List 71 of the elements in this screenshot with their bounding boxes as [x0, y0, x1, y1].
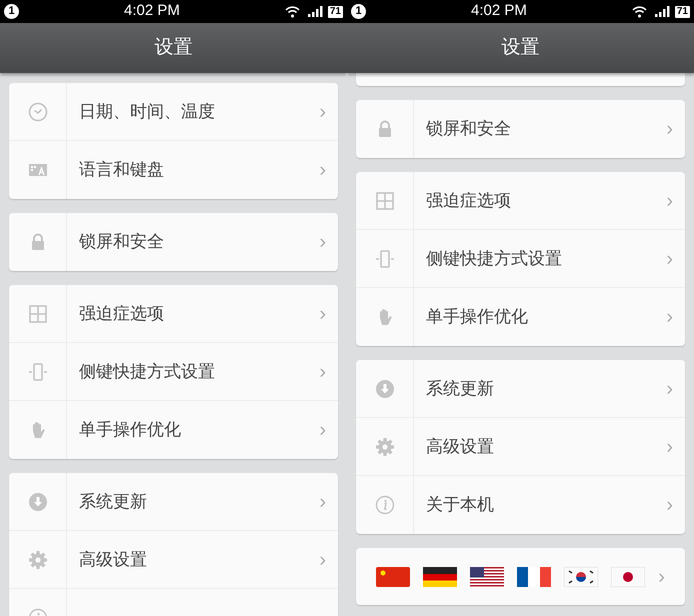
chevron: › — [666, 378, 673, 398]
settings-item[interactable]: 关于本机 › — [356, 476, 685, 534]
item-label: 系统更新 — [79, 490, 147, 513]
settings-item[interactable]: 强迫症选项 › — [9, 285, 338, 343]
download-icon — [28, 492, 48, 512]
chevron: › — [666, 119, 673, 139]
grid-icon — [374, 190, 394, 210]
page-title: 设置 — [154, 36, 192, 60]
wifi-icon — [284, 6, 300, 18]
chevron: › — [666, 248, 673, 268]
settings-item[interactable]: 侧键快捷方式设置 › — [9, 343, 338, 401]
notification-badge: 1 — [4, 4, 19, 19]
settings-item[interactable]: 锁屏和安全 › — [9, 213, 338, 271]
settings-item[interactable]: 侧键快捷方式设置 › — [356, 230, 685, 288]
chevron: › — [319, 102, 326, 122]
chevron: › — [658, 566, 665, 586]
battery-level: 71 — [674, 6, 690, 18]
item-label: 日期、时间、温度 — [79, 100, 215, 123]
chevron: › — [666, 436, 673, 456]
settings-item[interactable]: 系统更新 › — [9, 473, 338, 531]
settings-item[interactable]: 单手操作优化 › — [9, 401, 338, 459]
download-icon — [374, 378, 394, 398]
item-label: 强迫症选项 — [426, 190, 511, 212]
flag-icon[interactable] — [423, 566, 458, 586]
grid-icon — [28, 304, 48, 324]
chevron: › — [666, 495, 673, 515]
battery-level: 71 — [328, 6, 343, 18]
settings-item[interactable]: 系统更新 › — [356, 360, 685, 418]
item-label: 侧键快捷方式设置 — [79, 360, 215, 383]
settings-item[interactable]: 强迫症选项 › — [356, 172, 685, 230]
item-label: 强迫症选项 — [79, 302, 164, 325]
flag-icon[interactable] — [517, 566, 552, 586]
chevron: › — [666, 190, 673, 210]
chevron: › — [319, 160, 326, 180]
item-label: 系统更新 — [426, 378, 494, 400]
wifi-icon — [632, 6, 647, 18]
page-title: 设置 — [502, 36, 540, 60]
settings-item[interactable]: 高级设置 › — [356, 418, 685, 476]
status-time: 4:02 PM — [470, 1, 528, 22]
settings-item[interactable]: 单手操作优化 › — [356, 288, 685, 346]
item-label: 高级设置 — [426, 436, 494, 458]
settings-item[interactable]: 语言和键盘 › — [9, 141, 338, 199]
item-label: 单手操作优化 — [426, 306, 528, 328]
settings-item[interactable]: 高级设置 › — [9, 531, 338, 589]
flag-icon[interactable] — [611, 566, 646, 586]
settings-item[interactable]: 日期、时间、温度 › — [9, 83, 338, 141]
info-icon — [374, 495, 394, 515]
settings-item[interactable]: 锁屏和安全 › — [356, 100, 685, 158]
clock-icon — [28, 102, 48, 122]
item-label: 锁屏和安全 — [426, 118, 511, 140]
chevron: › — [319, 304, 326, 324]
item-label: 关于本机 — [426, 494, 494, 516]
chevron: › — [319, 492, 326, 512]
flag-icon[interactable] — [470, 566, 504, 586]
status-time: 4:02 PM — [123, 1, 181, 22]
item-label: 单手操作优化 — [79, 419, 181, 442]
item-label: 侧键快捷方式设置 — [426, 248, 562, 270]
phone-side-key-icon — [28, 362, 48, 382]
chevron: › — [319, 550, 326, 570]
chevron: › — [319, 232, 326, 252]
chevron: › — [666, 307, 673, 327]
flag-icon[interactable] — [564, 566, 598, 586]
item-label: 语言和键盘 — [79, 159, 164, 182]
item-label: 锁屏和安全 — [79, 231, 164, 254]
phone-side-key-icon — [374, 248, 394, 268]
signal-icon — [308, 6, 324, 17]
signal-icon — [654, 6, 671, 17]
chevron: › — [319, 420, 326, 440]
chevron: › — [319, 362, 326, 382]
item-label: 高级设置 — [79, 548, 147, 571]
notification-badge: 1 — [351, 4, 366, 19]
